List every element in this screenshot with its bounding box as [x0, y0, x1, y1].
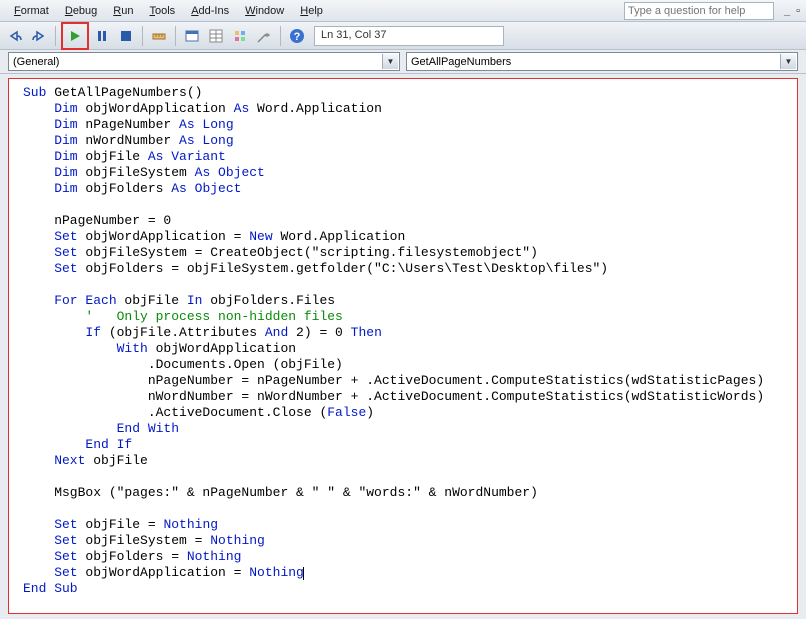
menu-tools[interactable]: Tools — [142, 3, 184, 19]
mdi-window-controls: _ ▫ — [784, 5, 800, 17]
text-caret — [303, 567, 304, 580]
object-procedure-row: (General) ▼ GetAllPageNumbers ▼ — [0, 50, 806, 74]
separator — [142, 26, 143, 46]
chevron-down-icon[interactable]: ▼ — [780, 54, 796, 69]
code-text[interactable]: Sub GetAllPageNumbers() Dim objWordAppli… — [9, 79, 797, 603]
menu-bar: Format Debug Run Tools Add-Ins Window He… — [0, 0, 806, 22]
properties-button[interactable] — [205, 25, 227, 47]
cursor-position-label: Ln 31, Col 37 — [321, 29, 386, 41]
object-combo[interactable]: (General) ▼ — [8, 52, 400, 71]
play-icon — [69, 30, 81, 42]
menu-debug[interactable]: Debug — [57, 3, 105, 19]
browser-icon — [233, 29, 247, 43]
reset-button[interactable] — [115, 25, 137, 47]
wrench-icon — [257, 29, 271, 43]
toolbar: ? Ln 31, Col 37 — [0, 22, 806, 50]
cursor-position-box: Ln 31, Col 37 — [314, 26, 504, 46]
toolbox-button[interactable] — [253, 25, 275, 47]
help-button[interactable]: ? — [286, 25, 308, 47]
design-mode-button[interactable] — [148, 25, 170, 47]
menu-window[interactable]: Window — [237, 3, 292, 19]
menu-format[interactable]: Format — [6, 3, 57, 19]
project-explorer-button[interactable] — [181, 25, 203, 47]
minimize-icon[interactable]: _ — [784, 5, 790, 17]
menu-run[interactable]: Run — [105, 3, 141, 19]
explorer-icon — [185, 29, 199, 43]
menu-addins[interactable]: Add-Ins — [183, 3, 237, 19]
pause-icon — [96, 30, 108, 42]
stop-icon — [120, 30, 132, 42]
chevron-down-icon[interactable]: ▼ — [382, 54, 398, 69]
separator — [280, 26, 281, 46]
object-browser-button[interactable] — [229, 25, 251, 47]
properties-icon — [209, 29, 223, 43]
ruler-icon — [152, 29, 166, 43]
code-pane[interactable]: Sub GetAllPageNumbers() Dim objWordAppli… — [8, 78, 798, 614]
restore-icon[interactable]: ▫ — [796, 5, 800, 17]
run-button[interactable] — [64, 25, 86, 47]
help-search-input[interactable] — [624, 2, 774, 20]
undo-icon — [8, 29, 22, 43]
procedure-combo[interactable]: GetAllPageNumbers ▼ — [406, 52, 798, 71]
undo-button[interactable] — [4, 25, 26, 47]
break-button[interactable] — [91, 25, 113, 47]
separator — [175, 26, 176, 46]
run-button-highlight — [61, 22, 89, 50]
menu-help[interactable]: Help — [292, 3, 331, 19]
procedure-combo-value: GetAllPageNumbers — [411, 56, 511, 68]
object-combo-value: (General) — [13, 56, 59, 68]
help-icon: ? — [289, 28, 305, 44]
svg-text:?: ? — [294, 31, 301, 43]
redo-icon — [32, 29, 46, 43]
separator — [55, 26, 56, 46]
redo-button[interactable] — [28, 25, 50, 47]
